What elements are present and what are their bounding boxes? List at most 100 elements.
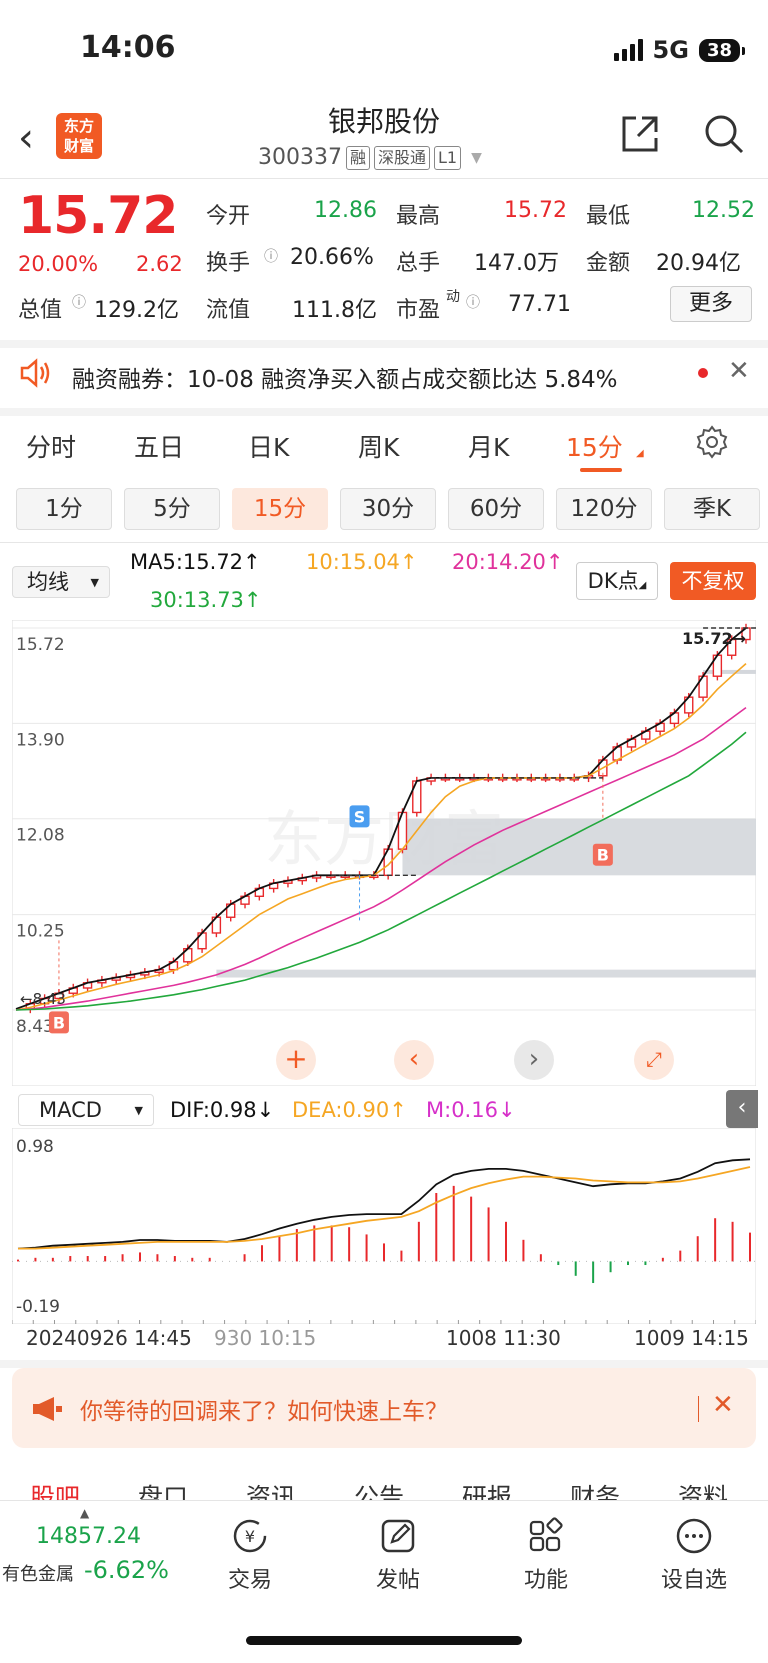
notice-text[interactable]: 融资融券：10-08 融资净买入额占成交额比达 5.84% <box>72 360 618 394</box>
chevron-left-icon[interactable]: ‹ <box>394 1040 434 1080</box>
divider <box>0 178 768 179</box>
zoom-in-button[interactable]: + <box>276 1040 316 1080</box>
fullscreen-icon[interactable]: ⤢ <box>634 1040 674 1080</box>
buy-marker-label: B <box>53 1013 65 1032</box>
nav-post[interactable]: 发帖 <box>348 1516 448 1594</box>
change-percent: 20.00% <box>18 252 99 276</box>
divider <box>0 408 768 416</box>
nav-trade[interactable]: ¥ 交易 <box>200 1516 300 1594</box>
search-icon[interactable] <box>702 112 746 160</box>
dk-point-label: DK点 <box>587 569 639 593</box>
tab-5day[interactable]: 五日 <box>134 428 184 464</box>
status-indicators: 5G 38 <box>613 36 746 64</box>
banner-separator <box>698 1396 699 1422</box>
home-indicator[interactable] <box>246 1636 522 1645</box>
subtab-1min[interactable]: 1分 <box>16 488 112 530</box>
m-value: M:0.16↓ <box>426 1098 516 1122</box>
mktcap-label: 总值 <box>18 298 63 323</box>
status-time: 14:06 <box>80 30 176 65</box>
tag-margin: 融 <box>345 145 370 170</box>
y-tick-label: 13.90 <box>16 730 65 750</box>
macd-chart[interactable]: 0.98 -0.19 <box>12 1128 756 1324</box>
megaphone-icon <box>30 1394 64 1428</box>
chevron-down-icon: ▼ <box>471 149 482 166</box>
index-value[interactable]: 14857.24 <box>36 1524 141 1549</box>
close-icon[interactable]: ✕ <box>728 356 750 386</box>
float-value: 111.8亿 <box>292 298 377 323</box>
tab-monthly[interactable]: 月K <box>468 428 509 464</box>
ma-select-label: 均线 <box>27 570 69 594</box>
more-dots-icon <box>676 1518 712 1554</box>
amount-value: 20.94亿 <box>656 251 741 276</box>
dif-value: DIF:0.98↓ <box>170 1098 275 1122</box>
grid-icon <box>529 1517 563 1552</box>
pe-sup: 动 <box>446 289 460 305</box>
subtab-120min[interactable]: 120分 <box>556 488 652 530</box>
low-value: 12.52 <box>692 198 755 223</box>
start-price-label: ←8.43 <box>20 990 66 1008</box>
no-adjust-button[interactable]: 不复权 <box>670 562 756 600</box>
y-tick-label: 10.25 <box>16 922 65 942</box>
banner-text[interactable]: 你等待的回调来了？如何快速上车？ <box>80 1392 448 1426</box>
speaker-icon <box>18 356 52 394</box>
open-value: 12.86 <box>314 198 377 223</box>
x-label-1: 930 10:15 <box>214 1326 317 1350</box>
info-icon[interactable]: ⓘ <box>264 246 278 266</box>
volume-label: 总手 <box>396 251 441 276</box>
kline-chart[interactable]: 东方财富15.7213.9012.0810.258.43BSB15.72→←8.… <box>12 620 756 1086</box>
subtab-30min[interactable]: 30分 <box>340 488 436 530</box>
stock-code-row[interactable]: 300337 融 深股通 L1 ▼ <box>258 145 482 170</box>
chevron-left-icon[interactable]: ‹ <box>726 1090 758 1128</box>
info-icon[interactable]: ⓘ <box>466 292 480 312</box>
sell-marker-label: S <box>354 807 366 826</box>
tag-connect: 深股通 <box>374 145 431 170</box>
y-tick-label: 8.43 <box>16 1017 54 1037</box>
mktcap-value: 129.2亿 <box>94 298 179 323</box>
nav-post-label: 发帖 <box>375 1568 420 1593</box>
nav-add-watchlist[interactable]: 设自选 <box>644 1516 744 1594</box>
cost-zone <box>216 969 756 978</box>
subtab-5min[interactable]: 5分 <box>124 488 220 530</box>
ma30-value: 30:13.73↑ <box>150 588 262 612</box>
trade-icon: ¥ <box>233 1519 267 1553</box>
share-icon[interactable] <box>618 112 662 160</box>
gear-icon[interactable] <box>694 424 730 464</box>
x-label-2: 1008 11:30 <box>446 1326 561 1350</box>
y-tick-label: 12.08 <box>16 826 65 846</box>
chevron-right-icon[interactable]: › <box>514 1040 554 1080</box>
close-icon[interactable]: ✕ <box>712 1390 734 1420</box>
buy-marker-label: B <box>597 846 609 865</box>
info-icon[interactable]: ⓘ <box>72 292 86 312</box>
volume-value: 147.0万 <box>474 251 559 276</box>
index-percent: -6.62% <box>84 1556 169 1584</box>
open-label: 今开 <box>206 204 251 229</box>
cost-zone <box>402 818 756 876</box>
subtab-15min[interactable]: 15分 <box>232 488 328 530</box>
corner-triangle-icon: ◢ <box>636 448 644 459</box>
tab-daily[interactable]: 日K <box>248 428 289 464</box>
tab-timeshare[interactable]: 分时 <box>26 428 76 464</box>
app-screen: 14:06 5G 38 ‹ 东方财富 银邦股份 300337 融 深股通 L1 … <box>0 0 768 1663</box>
more-button[interactable]: 更多 <box>670 286 752 322</box>
last-price-label: 15.72→ <box>682 629 746 648</box>
ma5-value: MA5:15.72↑ <box>130 550 261 574</box>
float-label: 流值 <box>206 298 251 323</box>
subtab-quarterly[interactable]: 季K <box>664 488 760 530</box>
macd-frame <box>12 1128 756 1324</box>
amount-label: 金额 <box>586 251 631 276</box>
x-label-3: 1009 14:15 <box>634 1326 749 1350</box>
low-label: 最低 <box>586 204 631 229</box>
nav-functions[interactable]: 功能 <box>496 1516 596 1594</box>
turnover-label: 换手 <box>206 251 251 276</box>
macd-y-tick: -0.19 <box>16 1297 60 1317</box>
caret-up-icon: ▲ <box>80 1506 90 1520</box>
chevron-down-icon: ▼ <box>134 1104 143 1117</box>
dk-point-button[interactable]: DK点◢ <box>576 562 658 600</box>
tab-weekly[interactable]: 周K <box>358 428 399 464</box>
indicator-select[interactable]: MACD ▼ <box>18 1094 154 1126</box>
subtab-60min[interactable]: 60分 <box>448 488 544 530</box>
ma10-value: 10:15.04↑ <box>306 550 418 574</box>
nav-functions-label: 功能 <box>523 1568 568 1593</box>
ma-select[interactable]: 均线 ▼ <box>12 566 110 598</box>
tab-15min[interactable]: 15分 <box>566 428 623 464</box>
